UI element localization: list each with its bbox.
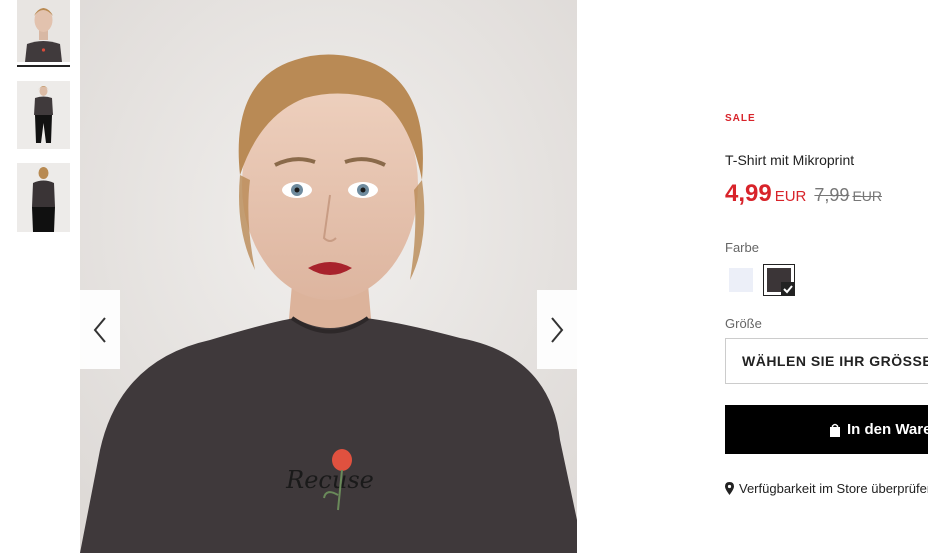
thumbnail-2[interactable] <box>17 81 70 149</box>
sale-badge: SALE <box>725 113 756 124</box>
size-select[interactable]: WÄHLEN SIE IHR GRÖSSE <box>725 338 928 384</box>
gallery-prev-button[interactable] <box>80 290 120 369</box>
location-pin-icon <box>725 482 734 495</box>
color-swatch-dark-grey[interactable] <box>763 264 795 296</box>
product-title: T-Shirt mit Mikroprint <box>725 152 855 168</box>
price-row: 4,99 EUR 7,99 EUR <box>725 180 882 208</box>
main-product-image: Recuse <box>80 0 577 553</box>
old-price-currency: EUR <box>852 188 882 204</box>
color-swatch-light-lavender[interactable] <box>725 264 757 296</box>
thumbnail-3[interactable] <box>17 163 70 232</box>
gallery-next-button[interactable] <box>537 290 577 369</box>
add-to-cart-label: In den Warenkorb <box>847 421 928 438</box>
product-info-panel: SALE T-Shirt mit Mikroprint 4,99 EUR 7,99 E… <box>725 0 928 553</box>
current-price: 4,99 <box>725 180 772 207</box>
svg-text:Recuse: Recuse <box>285 466 374 494</box>
add-to-cart-button[interactable]: In den Warenkorb <box>725 405 928 454</box>
chevron-right-icon <box>551 316 564 343</box>
shopping-bag-icon <box>829 423 841 437</box>
store-availability-label: Verfügbarkeit im Store überprüfen <box>739 481 928 496</box>
thumbnail-1[interactable] <box>17 0 70 62</box>
thumbnail-active-indicator <box>17 65 70 67</box>
color-label: Farbe <box>725 240 759 255</box>
checkmark-icon <box>781 282 795 296</box>
store-availability-link[interactable]: Verfügbarkeit im Store überprüfen <box>725 481 928 496</box>
size-label: Größe <box>725 316 762 331</box>
old-price: 7,99 <box>814 185 850 205</box>
chevron-left-icon <box>93 316 106 343</box>
current-price-currency: EUR <box>774 188 807 205</box>
